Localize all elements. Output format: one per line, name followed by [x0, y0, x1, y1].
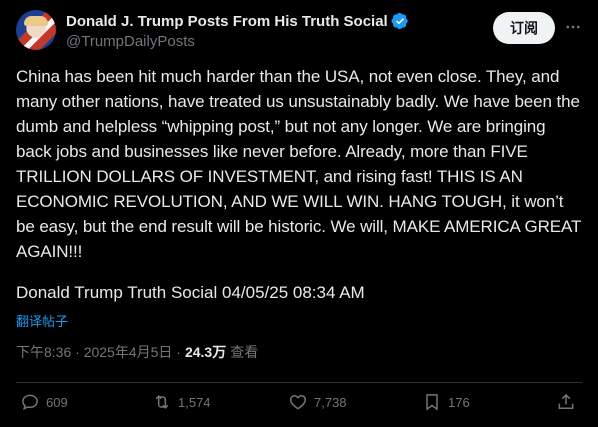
post-attribution: Donald Trump Truth Social 04/05/25 08:34… — [16, 283, 365, 302]
translate-post-link[interactable]: 翻译帖子 — [16, 311, 68, 330]
repost-icon — [155, 395, 169, 409]
post-header: Donald J. Trump Posts From His Truth Soc… — [16, 10, 582, 54]
repost-count: 1,574 — [178, 394, 211, 410]
reply-icon — [22, 394, 38, 411]
action-bar: 609 1,574 7,738 176 — [16, 392, 582, 416]
like-count: 7,738 — [314, 394, 347, 410]
repost-button[interactable]: 1,574 — [152, 392, 211, 412]
more-options-icon[interactable] — [564, 18, 582, 36]
post-text: China has been hit much harder than the … — [16, 67, 581, 261]
post-meta: 下午8:36 · 2025年4月5日 · 24.3万 查看 — [16, 342, 258, 362]
bookmark-icon — [426, 394, 438, 411]
like-button[interactable]: 7,738 — [288, 392, 347, 412]
verified-badge-icon — [391, 12, 409, 30]
share-icon — [558, 393, 574, 409]
author-name-row: Donald J. Trump Posts From His Truth Soc… — [66, 12, 409, 30]
views-count[interactable]: 24.3万 — [185, 342, 226, 362]
reply-count: 609 — [46, 394, 68, 410]
share-button[interactable] — [556, 392, 582, 412]
post-timestamp[interactable]: 下午8:36 · 2025年4月5日 · — [16, 342, 181, 362]
bookmark-button[interactable]: 176 — [422, 392, 470, 412]
avatar[interactable] — [16, 10, 56, 50]
divider — [16, 382, 582, 383]
bookmark-count: 176 — [448, 394, 470, 410]
author-name[interactable]: Donald J. Trump Posts From His Truth Soc… — [66, 13, 388, 30]
views-label: 查看 — [230, 344, 259, 360]
reply-button[interactable]: 609 — [20, 392, 68, 412]
subscribe-button[interactable]: 订阅 — [493, 12, 555, 44]
like-icon — [289, 394, 307, 410]
author-handle[interactable]: @TrumpDailyPosts — [66, 33, 195, 50]
